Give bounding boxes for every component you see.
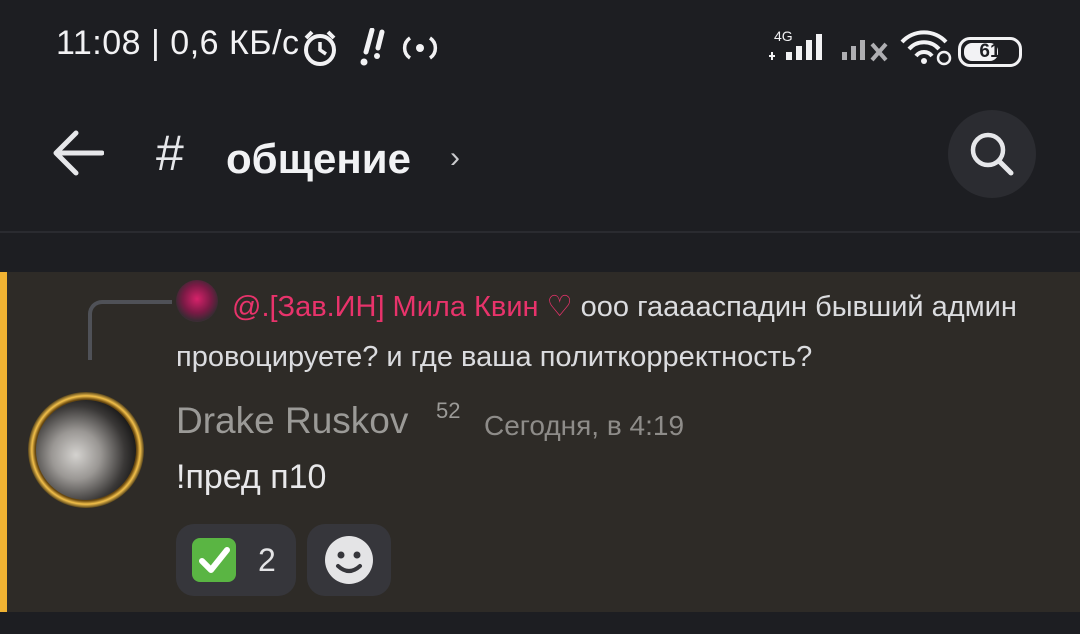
status-time-speed: 11:08 | 0,6 КБ/с — [56, 24, 300, 62]
smiley-face-icon — [325, 536, 373, 584]
author-badge: 52 — [436, 398, 461, 423]
message-content: !пред п10 — [176, 458, 327, 496]
message-timestamp: Сегодня, в 4:19 — [484, 410, 685, 441]
battery-icon: 61 — [958, 37, 1022, 67]
author-username[interactable]: Drake Ruskov — [176, 400, 408, 442]
channel-hash-icon: # — [156, 125, 184, 181]
avatar[interactable] — [36, 400, 136, 500]
mention-highlight-bar — [0, 272, 7, 612]
reply-preview[interactable]: @.[Зав.ИН] Мила Квин ♡ ооо гаааaспадин б… — [176, 282, 1056, 382]
notification-icon — [360, 28, 385, 66]
search-button[interactable] — [948, 110, 1036, 198]
reaction-count: 2 — [258, 542, 276, 578]
signal-4g-icon — [769, 34, 822, 60]
hotspot-icon — [402, 36, 438, 60]
chevron-right-icon[interactable]: › — [450, 140, 460, 176]
message-item[interactable]: @.[Зав.ИН] Мила Квин ♡ ооо гаааaспадин б… — [0, 272, 1080, 612]
alarm-icon — [304, 30, 336, 66]
header-divider — [0, 231, 1080, 233]
check-mark-emoji-icon — [192, 538, 236, 582]
search-icon — [970, 132, 1014, 176]
back-arrow-icon[interactable] — [52, 128, 104, 178]
wifi-icon — [900, 30, 952, 66]
battery-level: 61 — [979, 41, 1001, 62]
status-bar: 11:08 | 0,6 КБ/с 4G 61 — [0, 0, 1080, 100]
reply-mention[interactable]: @.[Зав.ИН] Мила Квин ♡ — [232, 291, 573, 323]
signal-no-sim-icon — [842, 40, 888, 62]
channel-title[interactable]: общение — [226, 134, 411, 184]
reaction-check[interactable]: 2 — [176, 524, 296, 596]
reply-connector — [88, 300, 172, 360]
add-reaction-button[interactable] — [307, 524, 391, 596]
